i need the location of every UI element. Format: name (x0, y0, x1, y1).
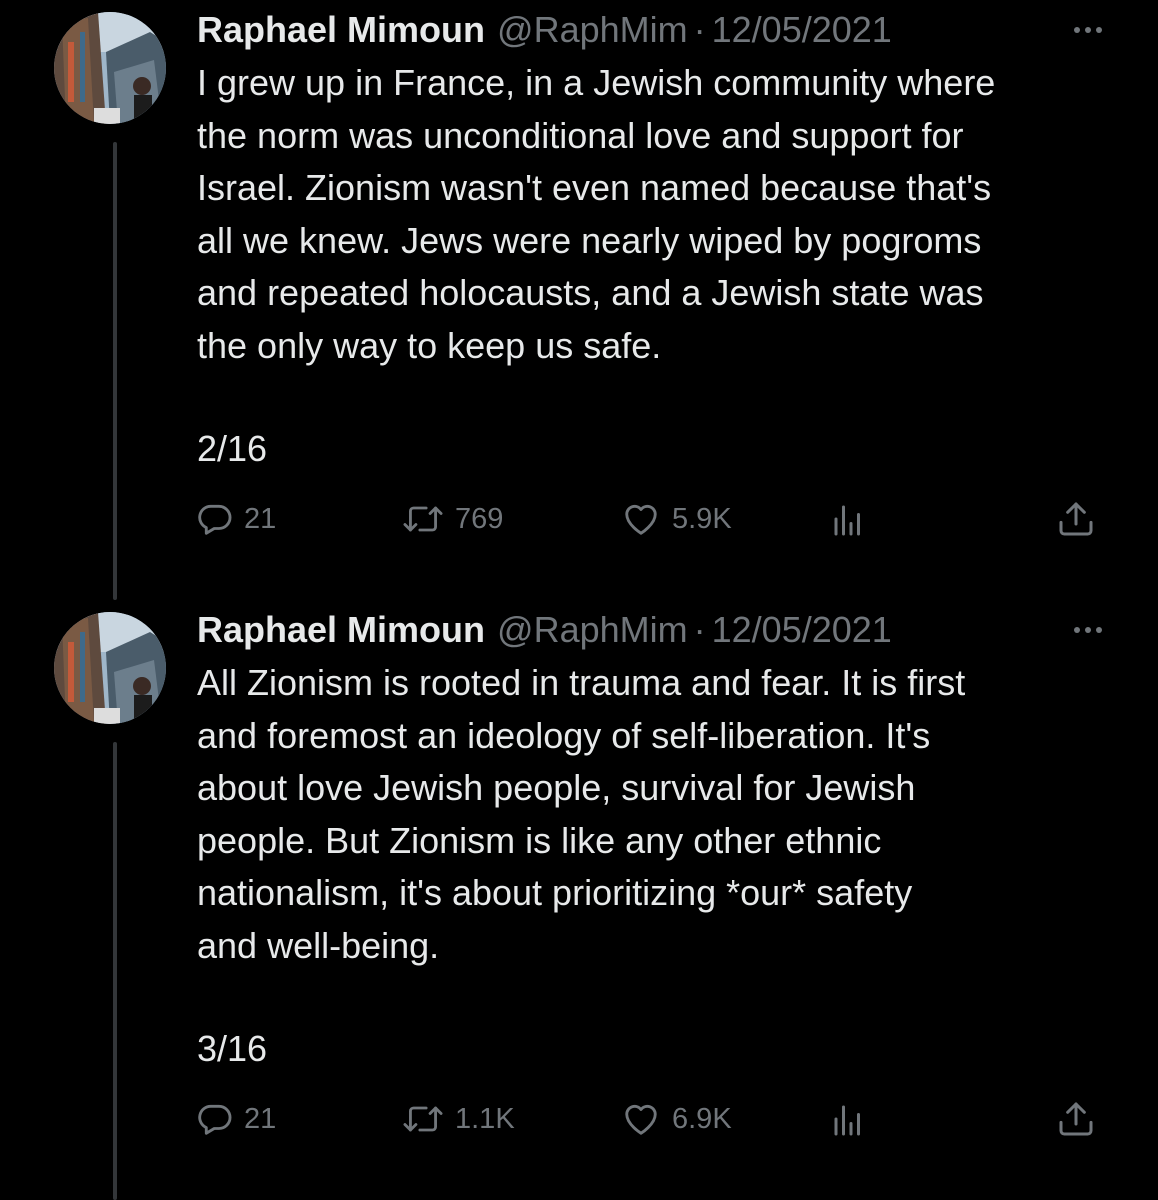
views-button[interactable] (830, 494, 866, 544)
action-bar: 21 769 5.9K (196, 494, 1101, 544)
tweet-text: I grew up in France, in a Jewish communi… (197, 57, 1117, 372)
tweet-text-line: and repeated holocausts, and a Jewish st… (197, 272, 984, 313)
like-button[interactable]: 6.9K (620, 1094, 732, 1144)
tweet-text-line: nationalism, it's about prioritizing *ou… (197, 872, 913, 913)
heart-icon (620, 1100, 662, 1138)
reply-button[interactable]: 21 (196, 1094, 276, 1144)
heart-icon (620, 500, 662, 538)
views-icon (830, 500, 866, 538)
share-icon (1056, 499, 1096, 539)
tweet-header: Raphael Mimoun @RaphMim · 12/05/2021 (197, 608, 1128, 652)
thread-counter: 3/16 (197, 1028, 268, 1069)
tweet-text-line: people. But Zionism is like any other et… (197, 819, 882, 861)
retweet-icon (401, 500, 445, 538)
tweet-text-line: the norm was unconditional love and supp… (197, 114, 964, 156)
author-name[interactable]: Raphael Mimoun (197, 9, 485, 51)
tweet-date[interactable]: 12/05/2021 (712, 609, 892, 651)
tweet-text-line: all we knew. Jews were nearly wiped by p… (197, 219, 982, 261)
tweet-text-line: All Zionism is rooted in trauma and fear… (197, 662, 966, 703)
more-icon[interactable] (1066, 612, 1110, 648)
views-icon (830, 1100, 866, 1138)
tweet-date[interactable]: 12/05/2021 (712, 9, 892, 51)
share-button[interactable] (1056, 1094, 1096, 1144)
tweet-text-line: I grew up in France, in a Jewish communi… (197, 62, 996, 103)
separator: · (693, 9, 706, 50)
tweet-text-line: the only way to keep us safe. (197, 324, 662, 366)
tweet[interactable]: Raphael Mimoun @RaphMim · 12/05/2021 All… (0, 600, 1158, 1200)
avatar[interactable] (54, 612, 166, 724)
reply-icon (196, 1100, 234, 1138)
retweet-icon (401, 1100, 445, 1138)
like-button[interactable]: 5.9K (620, 494, 732, 544)
views-button[interactable] (830, 1094, 866, 1144)
action-bar: 21 1.1K 6.9K (196, 1094, 1101, 1144)
more-icon[interactable] (1066, 12, 1110, 48)
retweet-count: 769 (455, 502, 504, 535)
reply-icon (196, 500, 234, 538)
tweet[interactable]: Raphael Mimoun @RaphMim · 12/05/2021 I g… (0, 0, 1158, 600)
tweet-text-line: and foremost an ideology of self-liberat… (197, 714, 931, 756)
like-count: 6.9K (672, 1102, 732, 1135)
separator: · (693, 609, 706, 650)
reply-button[interactable]: 21 (196, 494, 276, 544)
avatar[interactable] (54, 12, 166, 124)
retweet-button[interactable]: 769 (401, 494, 503, 544)
like-count: 5.9K (672, 502, 732, 535)
author-handle[interactable]: @RaphMim (497, 609, 688, 651)
author-name[interactable]: Raphael Mimoun (197, 609, 485, 651)
retweet-button[interactable]: 1.1K (401, 1094, 515, 1144)
retweet-count: 1.1K (455, 1102, 515, 1135)
share-icon (1056, 1099, 1096, 1139)
share-button[interactable] (1056, 494, 1096, 544)
author-handle[interactable]: @RaphMim (497, 9, 688, 51)
reply-count: 21 (244, 502, 277, 535)
reply-count: 21 (244, 1102, 277, 1135)
tweet-header: Raphael Mimoun @RaphMim · 12/05/2021 (197, 8, 1128, 52)
tweet-text-line: and well-being. (197, 924, 440, 966)
tweet-text: All Zionism is rooted in trauma and fear… (197, 657, 1117, 972)
thread-counter: 2/16 (197, 428, 268, 469)
tweet-text-line: Israel. Zionism wasn't even named becaus… (197, 167, 992, 208)
tweet-text-line: about love Jewish people, survival for J… (197, 767, 916, 808)
